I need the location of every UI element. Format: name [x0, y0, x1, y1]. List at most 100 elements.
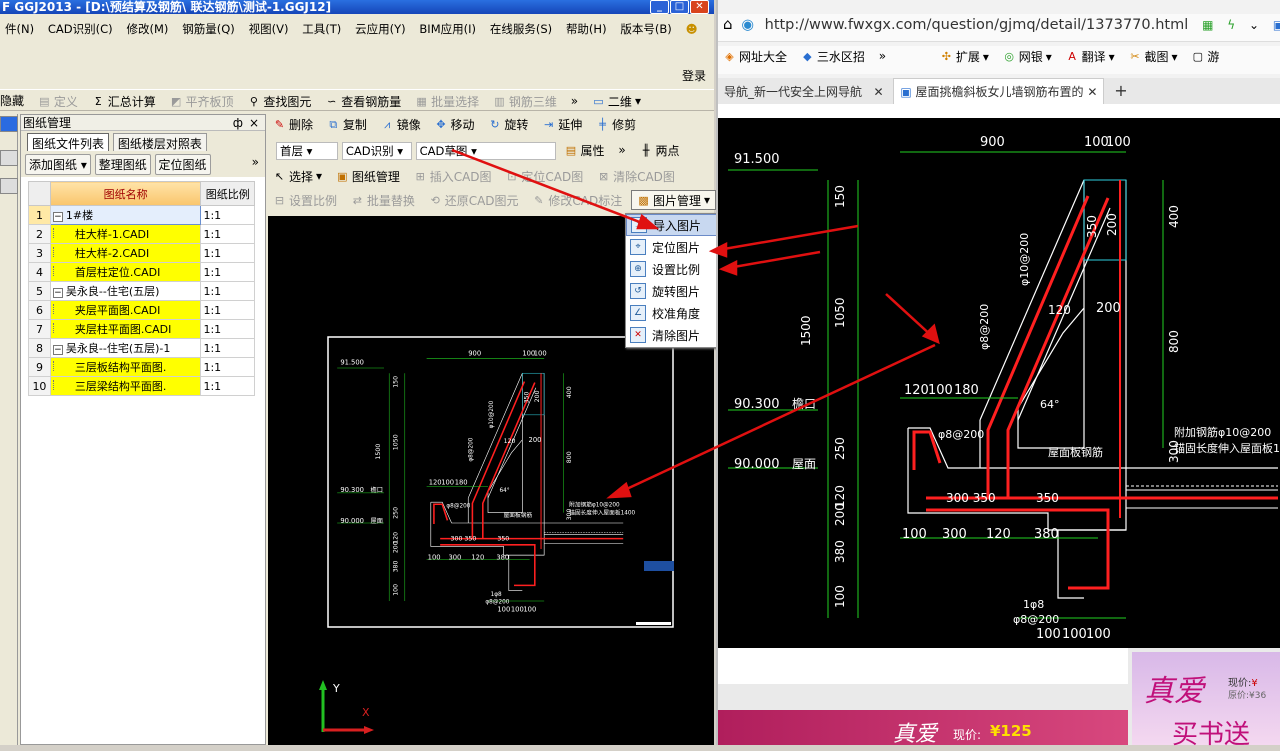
smiley-icon[interactable]: ☻: [681, 19, 703, 39]
copy-button[interactable]: ⧉ 复制: [322, 114, 372, 134]
scale-cell[interactable]: 1:1: [200, 300, 255, 320]
col-header-name[interactable]: 图纸名称: [49, 181, 202, 206]
col-header-scale[interactable]: 图纸比例: [200, 181, 255, 206]
add-drawing-button[interactable]: 添加图纸 ▾: [25, 154, 91, 175]
menu-online[interactable]: 在线服务(S): [485, 18, 557, 40]
find-element-button[interactable]: ⚲ 查找图元: [242, 91, 316, 111]
fav-screenshot[interactable]: ✂ 截图 ▾: [1123, 47, 1182, 67]
table-row[interactable]: 5− 吴永良--住宅(五层) 1:1: [28, 281, 255, 301]
panel-close-icon[interactable]: ×: [249, 115, 259, 131]
pin-icon[interactable]: ф: [233, 115, 243, 131]
table-row[interactable]: 1−1#楼 1:1: [28, 205, 255, 225]
flush-slab-button[interactable]: ◩ 平齐板顶: [165, 91, 239, 111]
tab-file-list[interactable]: 图纸文件列表: [27, 133, 110, 153]
fav-game[interactable]: ▢ 游: [1186, 47, 1224, 67]
locate-drawing-button[interactable]: 定位图纸: [154, 154, 211, 175]
table-row[interactable]: 6 夹层平面图.CADI 1:1: [28, 300, 255, 320]
scale-cell[interactable]: 1:1: [200, 338, 255, 358]
edit-cad-dim-button[interactable]: ✎ 修改CAD标注: [527, 190, 627, 210]
dock-tab[interactable]: [0, 150, 18, 166]
more-chevron-icon[interactable]: »: [252, 155, 259, 169]
scale-cell[interactable]: 1:1: [200, 243, 255, 263]
two-point-button[interactable]: ╫ 两点: [635, 141, 685, 161]
batch-select-button[interactable]: ▦ 批量选择: [410, 91, 484, 111]
tab-floor-map[interactable]: 图纸楼层对照表: [112, 133, 207, 153]
drawing-name-cell[interactable]: − 吴永良--住宅(五层)-1: [49, 338, 202, 358]
fav-sanshui[interactable]: ◆ 三水区招: [796, 47, 870, 67]
menu-rebar[interactable]: 钢筋量(Q): [177, 18, 240, 40]
scale-cell[interactable]: 1:1: [200, 262, 255, 282]
fav-translate[interactable]: A 翻译 ▾: [1061, 47, 1120, 67]
menu-cad[interactable]: CAD识别(C): [43, 18, 118, 40]
more-chevron-icon[interactable]: »: [874, 46, 891, 66]
rotate-button[interactable]: ↻ 旋转: [483, 114, 533, 134]
drawing-name-cell[interactable]: 夹层柱平面图.CADI: [49, 319, 202, 339]
fav-sites[interactable]: ◈ 网址大全: [718, 47, 792, 67]
dropdown-icon[interactable]: ⌄: [1244, 15, 1264, 35]
maximize-button[interactable]: □: [670, 0, 689, 14]
lightning-icon[interactable]: ϟ: [1222, 15, 1240, 35]
cad-sketch-select[interactable]: CAD草图 ▾: [415, 141, 556, 160]
rebar-3d-button[interactable]: ▥ 钢筋三维: [488, 91, 562, 111]
calendar-icon[interactable]: ▣: [1268, 15, 1280, 35]
menu-bim[interactable]: BIM应用(I): [414, 18, 481, 40]
menu-edit[interactable]: 修改(M): [122, 18, 174, 40]
book-ad-side[interactable]: 真爱 现价:¥ 原价:¥36 买书送: [1132, 652, 1280, 750]
scale-cell[interactable]: 1:1: [200, 281, 255, 301]
select-button[interactable]: ↖ 选择 ▾: [268, 166, 327, 186]
tab-question[interactable]: ▣ 屋面挑檐斜板女儿墙钢筋布置的 ✕: [893, 78, 1105, 104]
drawing-name-cell[interactable]: 柱大样-2.CADI: [49, 243, 202, 263]
restore-cad-button[interactable]: ⟲ 还原CAD图元: [424, 190, 524, 210]
table-row[interactable]: 3 柱大样-2.CADI 1:1: [28, 243, 255, 263]
book-ad-banner[interactable]: 真爱 现价: ¥125: [718, 710, 1128, 747]
table-row[interactable]: 7 夹层柱平面图.CADI 1:1: [28, 319, 255, 339]
menu-version[interactable]: 版本号(B): [615, 18, 676, 40]
define-button[interactable]: ▤ 定义: [33, 91, 83, 111]
menu-help[interactable]: 帮助(H): [561, 18, 612, 40]
menu-file[interactable]: 件(N): [0, 18, 39, 40]
drawing-name-cell[interactable]: 三层板结构平面图.: [49, 357, 202, 377]
tab-close-icon[interactable]: ✕: [873, 85, 883, 99]
dock-tab[interactable]: [0, 178, 18, 194]
scale-cell[interactable]: 1:1: [200, 205, 255, 225]
floor-select[interactable]: 首层 ▾: [276, 141, 338, 160]
home-icon[interactable]: ⌂: [718, 14, 738, 34]
drawing-name-cell[interactable]: − 吴永良--住宅(五层): [49, 281, 202, 301]
scale-cell[interactable]: 1:1: [200, 319, 255, 339]
login-link[interactable]: 登录: [682, 67, 706, 84]
trim-button[interactable]: ╪ 修剪: [591, 114, 641, 134]
view-rebar-button[interactable]: ∽ 查看钢筋量: [320, 91, 406, 111]
organize-drawing-button[interactable]: 整理图纸: [94, 154, 151, 175]
extend-button[interactable]: ⇥ 延伸: [537, 114, 587, 134]
scale-cell[interactable]: 1:1: [200, 224, 255, 244]
scale-cell[interactable]: 1:1: [200, 357, 255, 377]
delete-button[interactable]: ✎ 删除: [268, 114, 318, 134]
fav-extensions[interactable]: ✣ 扩展 ▾: [935, 47, 994, 67]
menu-cloud[interactable]: 云应用(Y): [350, 18, 411, 40]
drawing-name-cell[interactable]: 柱大样-1.CADI: [49, 224, 202, 244]
drawing-manager-button[interactable]: ▣ 图纸管理: [331, 166, 405, 186]
insert-cad-button[interactable]: ⊞ 插入CAD图: [409, 166, 497, 186]
calc-summary-button[interactable]: Σ 汇总计算: [87, 91, 161, 111]
minimize-button[interactable]: _: [650, 0, 669, 14]
locate-cad-button[interactable]: ⊡ 定位CAD图: [500, 166, 588, 186]
table-row[interactable]: 10 三层梁结构平面图. 1:1: [28, 376, 255, 396]
new-tab-button[interactable]: +: [1108, 78, 1133, 104]
properties-button[interactable]: ▤ 属性: [559, 141, 609, 161]
fav-bank[interactable]: ◎ 网银 ▾: [998, 47, 1057, 67]
shield-icon[interactable]: ▦: [1197, 15, 1218, 35]
url-field[interactable]: ◉ http://www.fwxgx.com/question/gjmq/det…: [741, 15, 1193, 35]
batch-replace-button[interactable]: ⇄ 批量替换: [346, 190, 420, 210]
scale-cell[interactable]: 1:1: [200, 376, 255, 396]
set-scale-button[interactable]: ⊟ 设置比例: [268, 190, 342, 210]
view-2d-dropdown[interactable]: ▭ 二维 ▾: [587, 91, 646, 111]
tab-close-icon[interactable]: ✕: [1087, 85, 1097, 99]
menu-tools[interactable]: 工具(T): [297, 18, 346, 40]
mirror-button[interactable]: ⩘ 镜像: [376, 114, 426, 134]
collapse-icon[interactable]: −: [52, 288, 63, 298]
table-row[interactable]: 4 首层柱定位.CADI 1:1: [28, 262, 255, 282]
collapse-icon[interactable]: −: [52, 345, 63, 355]
close-button[interactable]: ✕: [690, 0, 709, 14]
move-button[interactable]: ✥ 移动: [430, 114, 480, 134]
more-chevron-icon[interactable]: »: [613, 140, 630, 160]
